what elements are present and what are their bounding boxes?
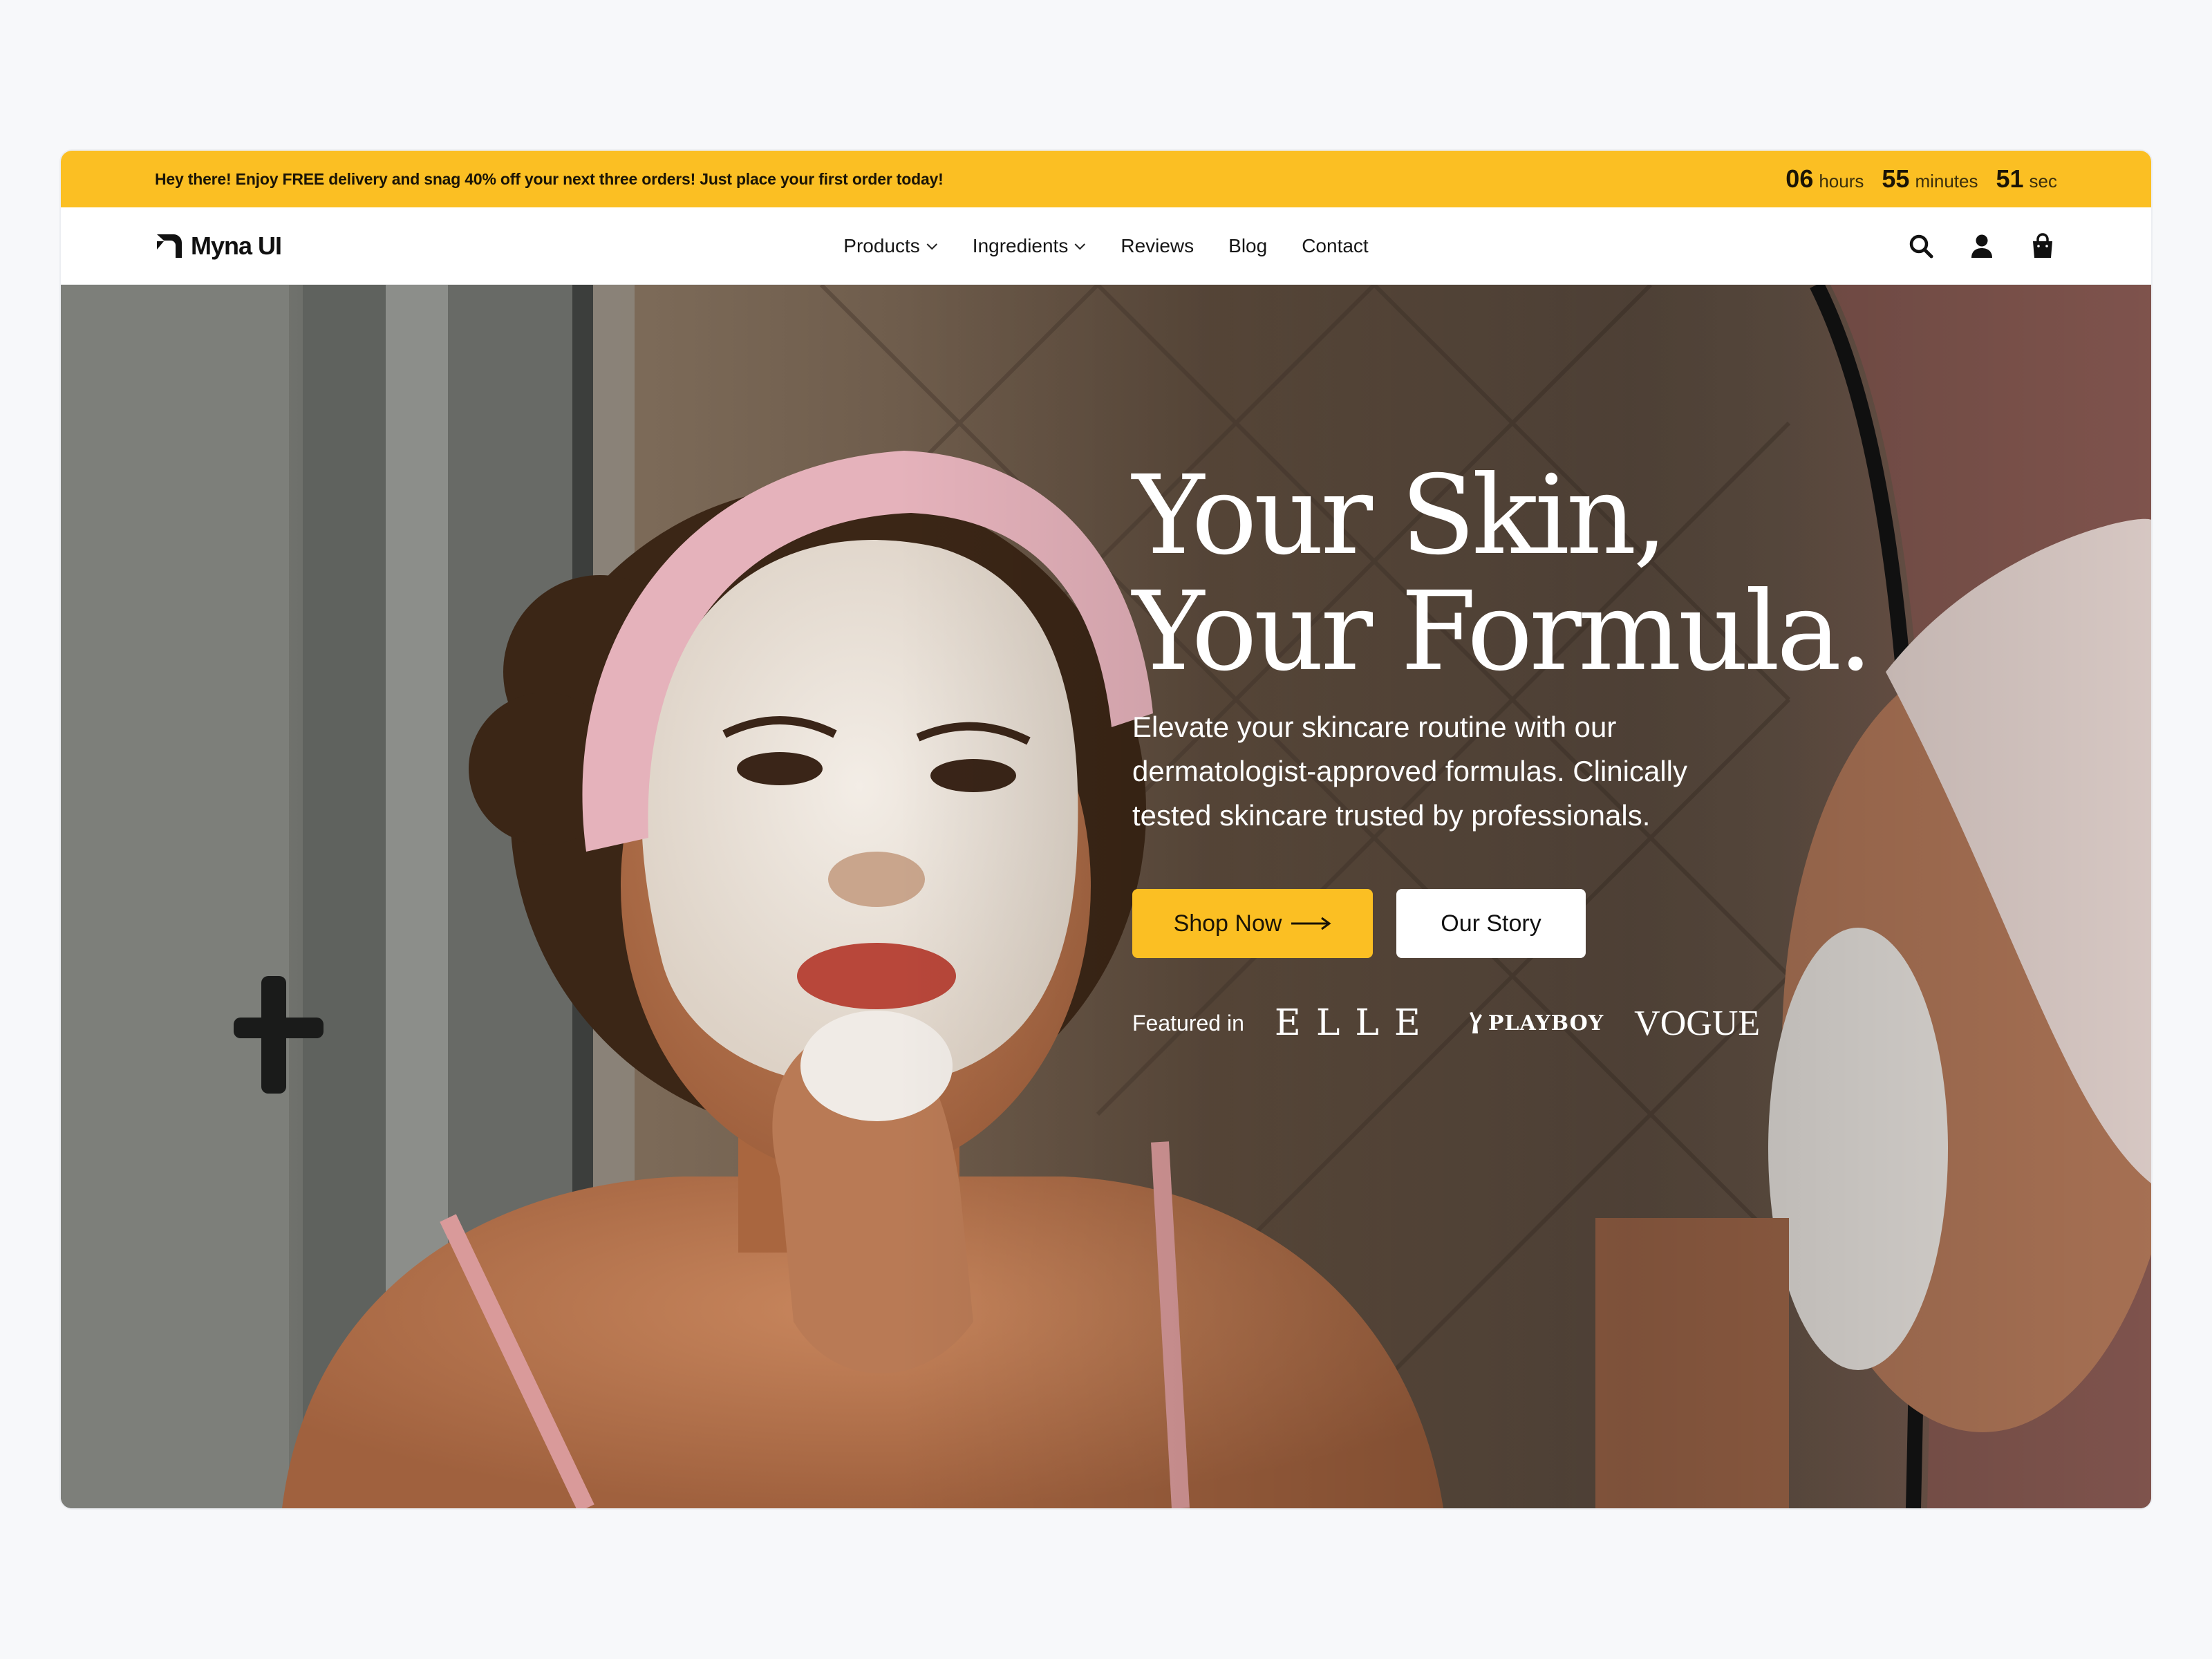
hero-headline-line-2: Your Formula. <box>1132 568 1873 695</box>
playboy-logo-text: PLAYBOY <box>1488 1011 1604 1035</box>
countdown-seconds-value: 51 <box>1996 165 2024 193</box>
primary-menu: Products Ingredients Reviews Blog Contac… <box>843 235 1368 257</box>
countdown-timer: 06 hours 55 minutes 51 sec <box>1785 165 2057 194</box>
brand-logo[interactable]: Myna UI <box>155 231 282 261</box>
cart-button[interactable] <box>2028 232 2057 261</box>
hero-content: Your Skin, Your Formula. Elevate your sk… <box>1132 458 1893 1044</box>
menu-item-contact[interactable]: Contact <box>1302 235 1369 257</box>
menu-item-products[interactable]: Products <box>843 235 938 257</box>
shopping-bag-icon <box>2033 232 2052 258</box>
nav-actions <box>1906 232 2057 261</box>
account-button[interactable] <box>1967 232 1996 261</box>
main-navigation: Myna UI Products Ingredients Reviews Blo… <box>61 207 2151 285</box>
countdown-minutes-label: minutes <box>1915 171 1978 191</box>
elle-logo: ELLE <box>1274 1002 1436 1044</box>
chevron-down-icon <box>926 243 937 250</box>
featured-in-label: Featured in <box>1132 1010 1244 1035</box>
hero-headline-line-1: Your Skin, <box>1132 452 1668 579</box>
our-story-label: Our Story <box>1441 910 1541 937</box>
hero-subtext: Elevate your skincare routine with our d… <box>1132 711 1688 832</box>
user-icon <box>1971 234 1992 258</box>
search-icon <box>1909 234 1933 258</box>
countdown-minutes-value: 55 <box>1882 165 1910 193</box>
shop-now-label: Shop Now <box>1173 910 1282 937</box>
logo-text: Myna UI <box>191 231 282 260</box>
promo-message: Hey there! Enjoy FREE delivery and snag … <box>155 169 944 188</box>
menu-item-ingredients-label: Ingredients <box>972 234 1069 256</box>
playboy-logo: PLAYBOY <box>1466 1011 1604 1035</box>
promo-bar: Hey there! Enjoy FREE delivery and snag … <box>61 151 2151 207</box>
countdown-hours-value: 06 <box>1785 165 1814 193</box>
featured-in-row: Featured in ELLE PLAYBOY VOGUE <box>1132 1002 1893 1044</box>
our-story-button[interactable]: Our Story <box>1396 889 1586 958</box>
menu-item-reviews-label: Reviews <box>1121 234 1194 256</box>
countdown-seconds: 51 sec <box>1996 165 2057 194</box>
hero-cta-row: Shop Now Our Story <box>1132 889 1893 958</box>
menu-item-reviews[interactable]: Reviews <box>1121 235 1194 257</box>
bunny-icon <box>1469 1012 1482 1033</box>
menu-item-blog-label: Blog <box>1228 234 1268 256</box>
countdown-hours: 06 hours <box>1785 165 1864 194</box>
search-button[interactable] <box>1906 232 1936 261</box>
chevron-down-icon <box>1074 243 1086 250</box>
menu-item-products-label: Products <box>843 234 920 256</box>
menu-item-blog[interactable]: Blog <box>1228 235 1267 257</box>
countdown-minutes: 55 minutes <box>1882 165 1978 194</box>
menu-item-ingredients[interactable]: Ingredients <box>973 235 1087 257</box>
vogue-logo: VOGUE <box>1634 1003 1761 1043</box>
shop-now-button[interactable]: Shop Now <box>1132 889 1373 958</box>
countdown-seconds-label: sec <box>2029 171 2057 191</box>
logo-mark-icon <box>157 234 182 258</box>
hero-headline: Your Skin, Your Formula. <box>1132 458 1893 690</box>
menu-item-contact-label: Contact <box>1302 234 1369 256</box>
landing-page-frame: Hey there! Enjoy FREE delivery and snag … <box>61 151 2151 1508</box>
arrow-right-icon <box>1291 917 1331 930</box>
hero-section: Your Skin, Your Formula. Elevate your sk… <box>61 285 2151 1508</box>
countdown-hours-label: hours <box>1819 171 1864 191</box>
